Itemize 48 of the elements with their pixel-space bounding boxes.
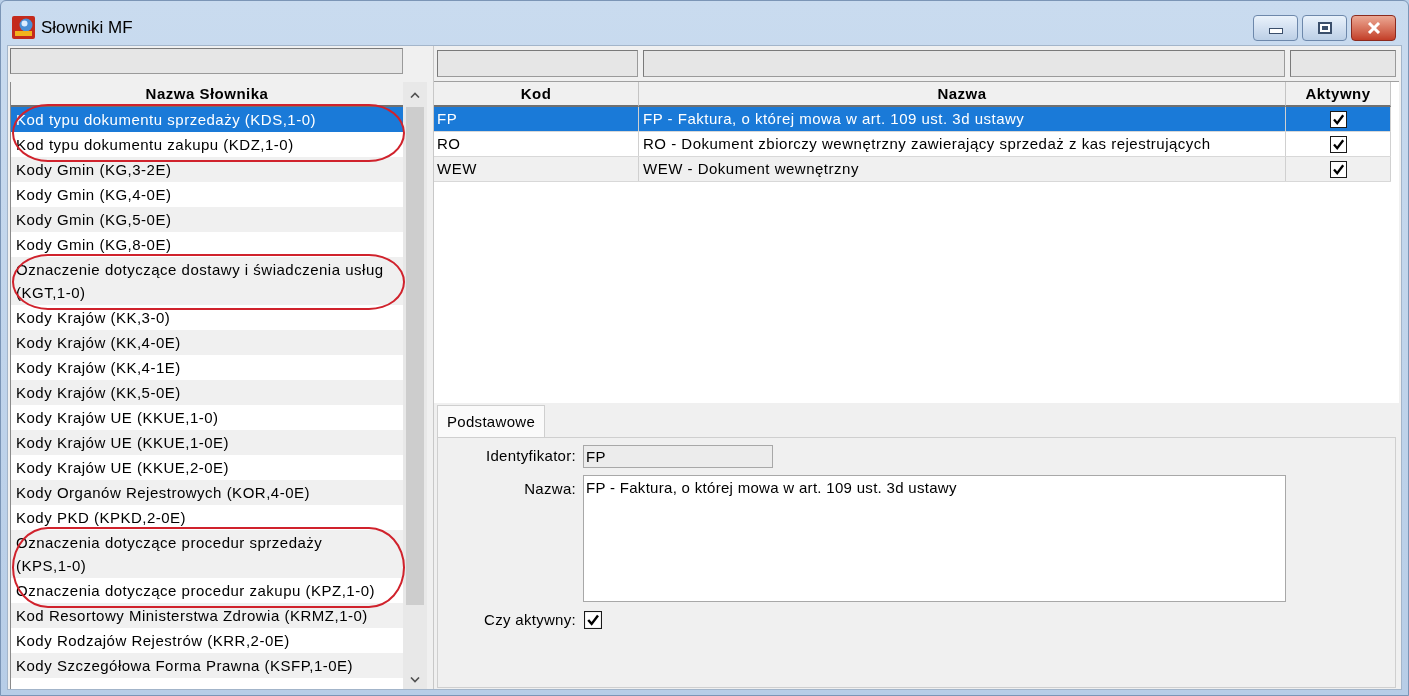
field-label: Czy aktywny:: [483, 610, 576, 630]
filter-field[interactable]: [1290, 50, 1396, 77]
table-cell: FP - Faktura, o której mowa w art. 109 ust. 3d ustawy: [639, 107, 1286, 131]
filter-field[interactable]: [10, 48, 403, 74]
tab[interactable]: Podstawowe: [437, 405, 546, 437]
table-row[interactable]: WEW WEW - Dokument wewnętrzny: [434, 157, 1391, 182]
list-item[interactable]: Kody Krajów (KK,4-0E): [11, 330, 403, 355]
field-label: Nazwa:: [523, 479, 576, 499]
filter-field[interactable]: [437, 50, 638, 77]
checkbox[interactable]: [1329, 160, 1347, 178]
maximize-icon: [1317, 21, 1332, 34]
list-item[interactable]: Kody Gmin (KG,5-0E): [11, 207, 403, 232]
list-item[interactable]: Kody Gmin (KG,3-2E): [11, 157, 403, 182]
minimize-icon: [1268, 27, 1283, 34]
column-header[interactable]: Kod: [434, 82, 639, 107]
scrollbar-thumb[interactable]: [406, 107, 424, 605]
table-row[interactable]: FP FP - Faktura, o której mowa w art. 109 ust. 3d ustawy: [434, 107, 1391, 132]
list-item[interactable]: Kody Organów Rejestrowych (KOR,4-0E): [11, 480, 403, 505]
field-label: Identyfikator:: [484, 446, 576, 467]
list-item[interactable]: Kody Krajów (KK,5-0E): [11, 380, 403, 405]
column-header[interactable]: Aktywny: [1286, 82, 1391, 107]
minimize-button[interactable]: [1253, 14, 1298, 41]
window-title: Słowniki MF: [41, 16, 133, 39]
table-row[interactable]: RO RO - Dokument zbiorczy wewnętrzny zawierający sprzedaż z kas rejestrujących: [434, 132, 1391, 157]
chevron-down-icon[interactable]: [410, 677, 420, 683]
list-item[interactable]: Kody Szczegółowa Forma Prawna (KSFP,1-0E): [11, 653, 403, 678]
checkbox[interactable]: [1329, 110, 1347, 128]
table-cell: WEW - Dokument wewnętrzny: [639, 157, 1286, 181]
checkbox[interactable]: [1329, 135, 1347, 153]
text-field[interactable]: FP: [583, 445, 773, 468]
filter-field[interactable]: [643, 50, 1285, 77]
close-button[interactable]: [1351, 14, 1396, 41]
list-item[interactable]: Kod Resortowy Ministerstwa Zdrowia (KRMZ,1-0): [11, 603, 403, 628]
table-cell: FP: [434, 107, 639, 131]
checkbox[interactable]: [584, 611, 602, 630]
list-item[interactable]: Kody Krajów UE (KKUE,1-0E): [11, 430, 403, 455]
maximize-button[interactable]: [1302, 14, 1347, 41]
close-icon: [1366, 21, 1381, 34]
app-logo-icon: [12, 16, 35, 39]
column-header[interactable]: Nazwa: [639, 82, 1286, 107]
table-cell: RO - Dokument zbiorczy wewnętrzny zawierający sprzedaż z kas rejestrujących: [639, 132, 1286, 156]
text-area[interactable]: FP - Faktura, o której mowa w art. 109 ust. 3d ustawy: [583, 475, 1286, 602]
column-header[interactable]: Nazwa Słownika: [11, 82, 403, 107]
list-item[interactable]: Kod typu dokumentu sprzedaży (KDS,1-0): [11, 107, 403, 132]
table-cell: WEW: [434, 157, 639, 181]
chevron-up-icon[interactable]: [410, 91, 420, 98]
list-item[interactable]: Oznaczenie dotyczące dostawy i świadczenia usług (KGT,1-0): [11, 257, 403, 305]
table-cell: RO: [434, 132, 639, 156]
